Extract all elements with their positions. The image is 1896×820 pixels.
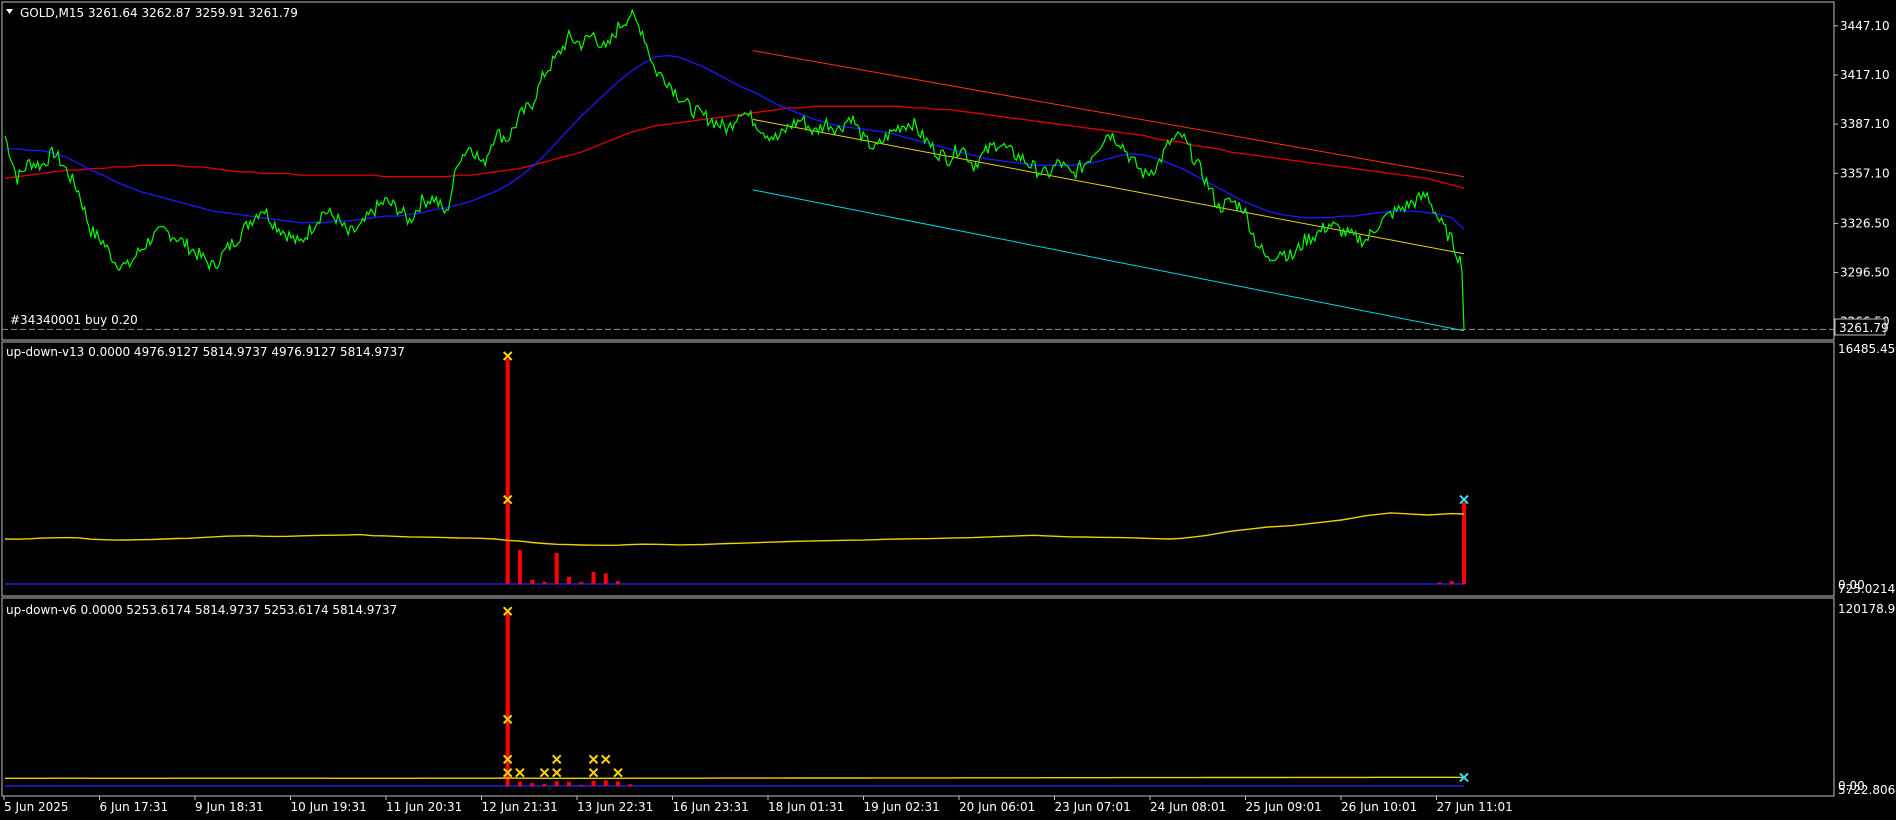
hist-bar	[616, 581, 621, 584]
price-axis-label: 3326.50	[1840, 216, 1890, 230]
hist-bar	[554, 553, 559, 584]
hist-bar	[517, 550, 522, 584]
price-axis-label: 3417.10	[1840, 68, 1890, 82]
hist-bar	[591, 572, 596, 584]
hist-bar	[579, 784, 584, 786]
trade-label: #34340001 buy 0.20	[10, 313, 138, 327]
time-axis-label: 23 Jun 07:01	[1055, 800, 1131, 814]
indicator-axis-label: 16485.450	[1838, 342, 1896, 356]
hist-bar	[603, 573, 608, 584]
symbol-ohlc: 3261.64 3262.87 3259.91 3261.79	[88, 6, 298, 20]
symbol-header[interactable]: GOLD,M15 3261.64 3262.87 3259.91 3261.79	[6, 6, 298, 20]
indicator-axis-label: 120178.93	[1838, 602, 1896, 616]
time-axis-label: 24 Jun 08:01	[1150, 800, 1226, 814]
indicator-axis-label: 5722.8064	[1838, 783, 1896, 797]
time-axis-label: 18 Jun 01:31	[768, 800, 844, 814]
hist-bar	[628, 784, 633, 786]
time-axis-label: 13 Jun 22:31	[577, 800, 653, 814]
price-axis-label: 3296.50	[1840, 266, 1890, 280]
price-axis-label: 3447.10	[1840, 19, 1890, 33]
indicator2-label: up-down-v6 0.0000 5253.6174 5814.9737 52…	[6, 603, 397, 617]
time-axis-label: 20 Jun 06:01	[959, 800, 1035, 814]
hist-bar	[616, 781, 621, 786]
time-axis-label: 6 Jun 17:31	[100, 800, 169, 814]
hist-bar	[603, 780, 608, 786]
symbol-title: GOLD,M15	[20, 6, 84, 20]
hist-bar	[579, 581, 584, 584]
hist-bar	[530, 579, 535, 584]
time-axis-label: 25 Jun 09:01	[1246, 800, 1322, 814]
hist-bar	[591, 780, 596, 786]
hist-bar	[1437, 582, 1442, 584]
time-axis-label: 11 Jun 20:31	[386, 800, 462, 814]
time-axis-label: 27 Jun 11:01	[1437, 800, 1513, 814]
time-axis-label: 10 Jun 19:31	[291, 800, 367, 814]
hist-bar	[542, 783, 547, 786]
hist-bar	[566, 781, 571, 786]
hist-bar	[530, 783, 535, 786]
hist-bar	[517, 781, 522, 786]
time-axis-label: 26 Jun 10:01	[1341, 800, 1417, 814]
price-axis-label: 3387.10	[1840, 117, 1890, 131]
hist-bar	[1449, 581, 1454, 584]
current-price-label: 3261.79	[1839, 321, 1889, 335]
time-axis-label: 5 Jun 2025	[4, 800, 69, 814]
time-axis-label: 16 Jun 23:31	[673, 800, 749, 814]
hist-bar	[505, 358, 510, 584]
time-axis-label: 9 Jun 18:31	[195, 800, 264, 814]
hist-bar	[542, 581, 547, 584]
hist-bar	[554, 781, 559, 786]
chart-background	[0, 0, 1896, 820]
trading-chart[interactable]: 3447.10 3417.10 3387.10 3357.10 3326.50 3296.…	[0, 0, 1896, 820]
price-axis-label: 3357.10	[1840, 166, 1890, 180]
time-axis-label: 19 Jun 02:31	[864, 800, 940, 814]
hist-bar	[566, 576, 571, 584]
indicator-axis-label: 725.0214	[1838, 582, 1895, 596]
time-axis-label: 12 Jun 21:31	[482, 800, 558, 814]
indicator1-label: up-down-v13 0.0000 4976.9127 5814.9737 4…	[6, 345, 405, 359]
